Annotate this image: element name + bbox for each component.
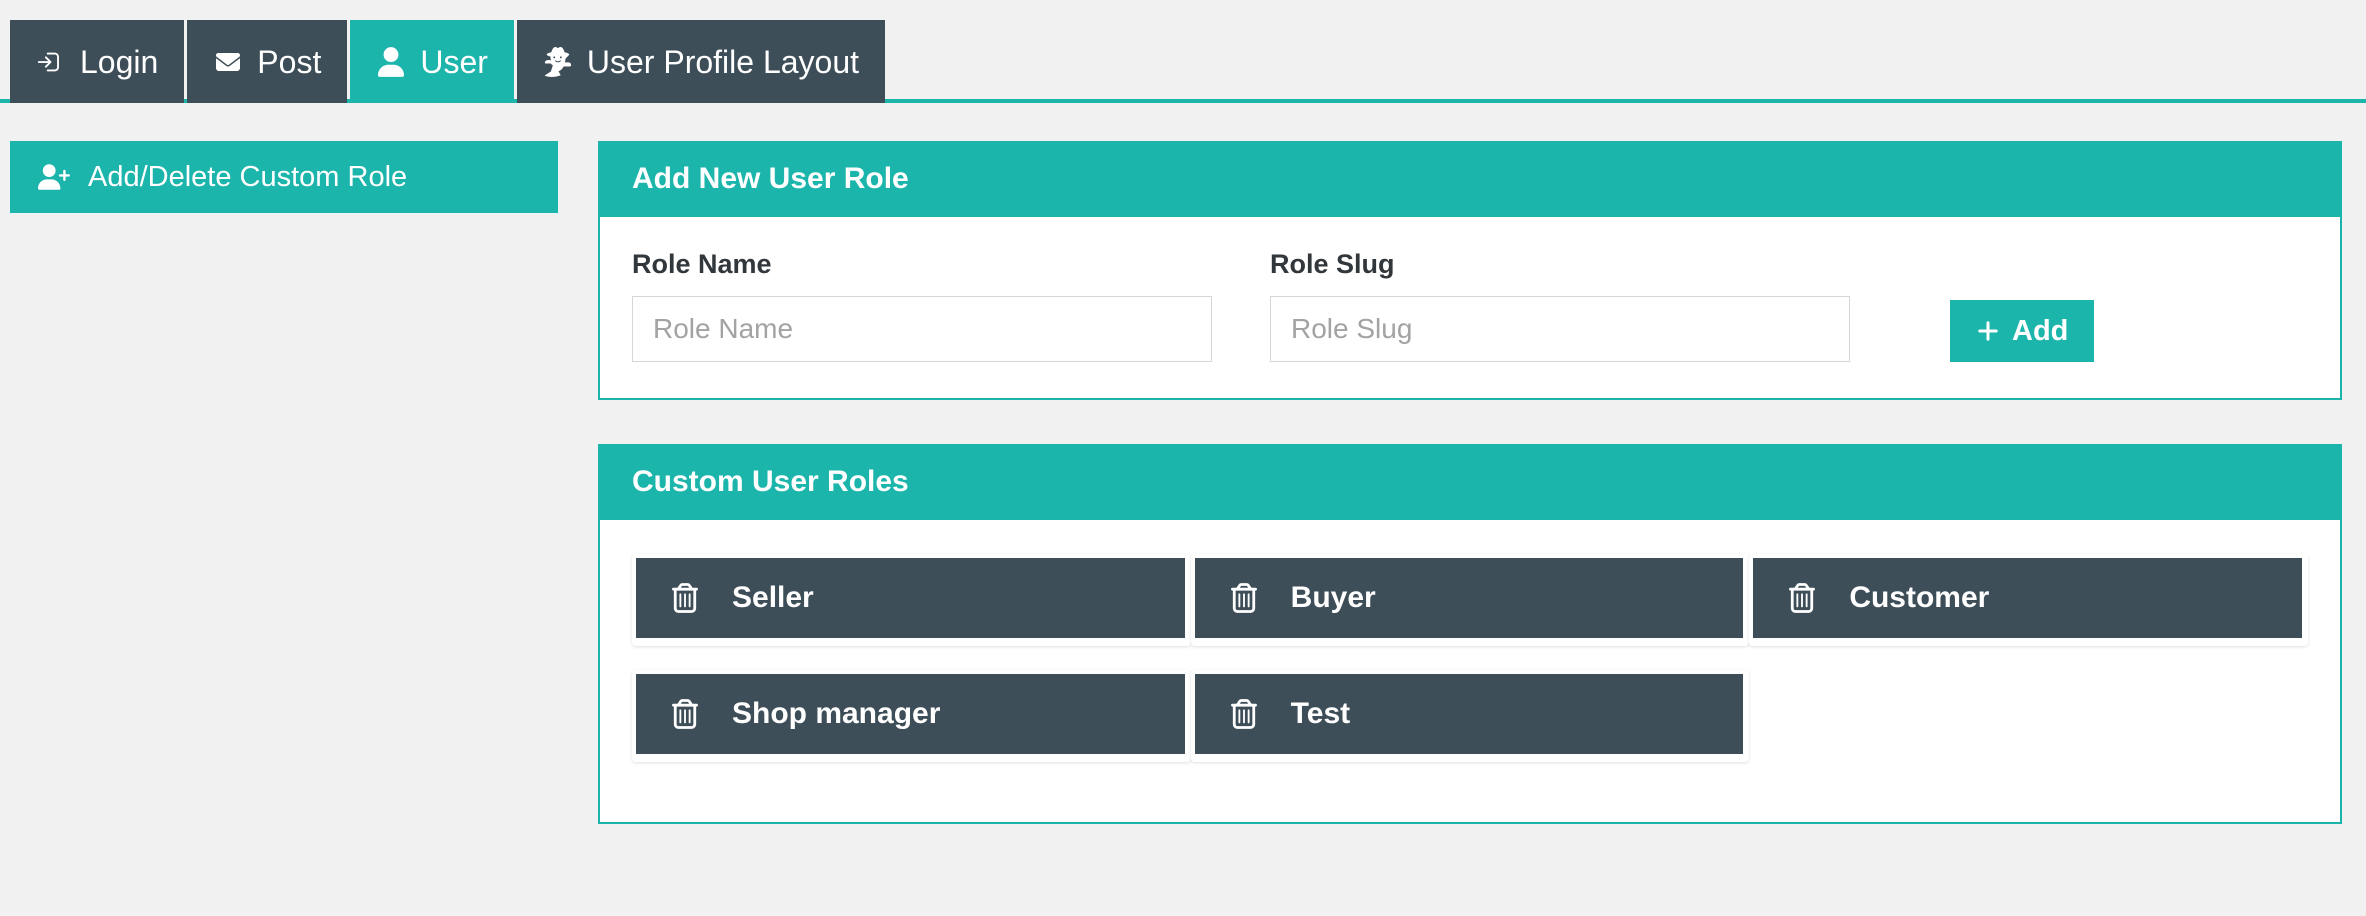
tab-login[interactable]: Login xyxy=(10,20,185,103)
custom-roles-grid: Seller Buyer Customer Shop manager Test xyxy=(632,554,2308,786)
sidebar-item-label: Add/Delete Custom Role xyxy=(88,160,408,193)
role-item-label: Customer xyxy=(1849,581,1990,614)
user-plus-icon xyxy=(38,163,70,191)
custom-user-roles-body: Seller Buyer Customer Shop manager Test xyxy=(600,520,2340,822)
custom-user-roles-panel: Custom User Roles Seller Buyer Customer … xyxy=(598,444,2342,824)
role-item-label: Seller xyxy=(732,581,814,614)
role-name-label: Role Name xyxy=(632,249,772,279)
role-item-test[interactable]: Test xyxy=(1194,674,1744,754)
list-item: Customer xyxy=(1749,554,2308,646)
tab-user-label: User xyxy=(420,43,488,80)
content-area: Add New User Role Role Name Role Slug xyxy=(598,141,2342,824)
add-role-button-label: Add xyxy=(2012,314,2069,347)
trash-icon[interactable] xyxy=(1230,699,1257,729)
role-name-field-group: Role Name xyxy=(632,251,1212,362)
add-role-form: Role Name Role Slug Add xyxy=(632,251,2308,362)
add-new-user-role-title: Add New User Role xyxy=(600,143,2340,217)
add-new-user-role-panel: Add New User Role Role Name Role Slug xyxy=(598,141,2342,400)
main-tab-bar: Login Post User User Profile Layout xyxy=(0,0,2366,103)
list-item: Seller xyxy=(632,554,1191,646)
role-item-label: Test xyxy=(1290,697,1351,730)
tab-post[interactable]: Post xyxy=(187,20,348,103)
role-item-customer[interactable]: Customer xyxy=(1753,558,2302,638)
role-item-label: Shop manager xyxy=(732,697,941,730)
role-item-seller[interactable]: Seller xyxy=(636,558,1185,638)
plus-icon xyxy=(1976,319,2000,343)
trash-icon[interactable] xyxy=(672,583,698,613)
role-item-shop-manager[interactable]: Shop manager xyxy=(636,674,1185,754)
tab-post-label: Post xyxy=(257,43,322,80)
tab-user[interactable]: User xyxy=(350,20,514,103)
list-item: Buyer xyxy=(1190,554,1750,646)
role-slug-field-group: Role Slug xyxy=(1270,251,1850,362)
sign-in-icon xyxy=(36,47,66,77)
list-item: Test xyxy=(1190,670,1750,762)
role-item-buyer[interactable]: Buyer xyxy=(1194,558,1744,638)
add-role-button[interactable]: Add xyxy=(1950,300,2095,362)
role-slug-label: Role Slug xyxy=(1270,249,1395,279)
user-icon xyxy=(376,46,406,77)
list-item: Shop manager xyxy=(632,670,1191,762)
tab-user-profile-layout[interactable]: User Profile Layout xyxy=(516,20,886,103)
tab-user-profile-layout-label: User Profile Layout xyxy=(586,43,860,80)
envelope-icon xyxy=(213,47,243,77)
role-item-label: Buyer xyxy=(1290,581,1376,614)
sidebar: Add/Delete Custom Role xyxy=(10,141,558,213)
trash-icon[interactable] xyxy=(672,699,698,729)
trash-icon[interactable] xyxy=(1230,583,1257,613)
role-name-input[interactable] xyxy=(632,296,1212,362)
role-slug-input[interactable] xyxy=(1270,296,1850,362)
tab-login-label: Login xyxy=(80,43,159,80)
user-secret-icon xyxy=(543,46,573,77)
add-new-user-role-body: Role Name Role Slug Add xyxy=(600,217,2340,398)
sidebar-item-add-delete-custom-role[interactable]: Add/Delete Custom Role xyxy=(10,141,558,213)
page-body: Add/Delete Custom Role Add New User Role… xyxy=(0,103,2366,824)
custom-user-roles-title: Custom User Roles xyxy=(600,446,2340,520)
trash-icon[interactable] xyxy=(1789,583,1816,613)
